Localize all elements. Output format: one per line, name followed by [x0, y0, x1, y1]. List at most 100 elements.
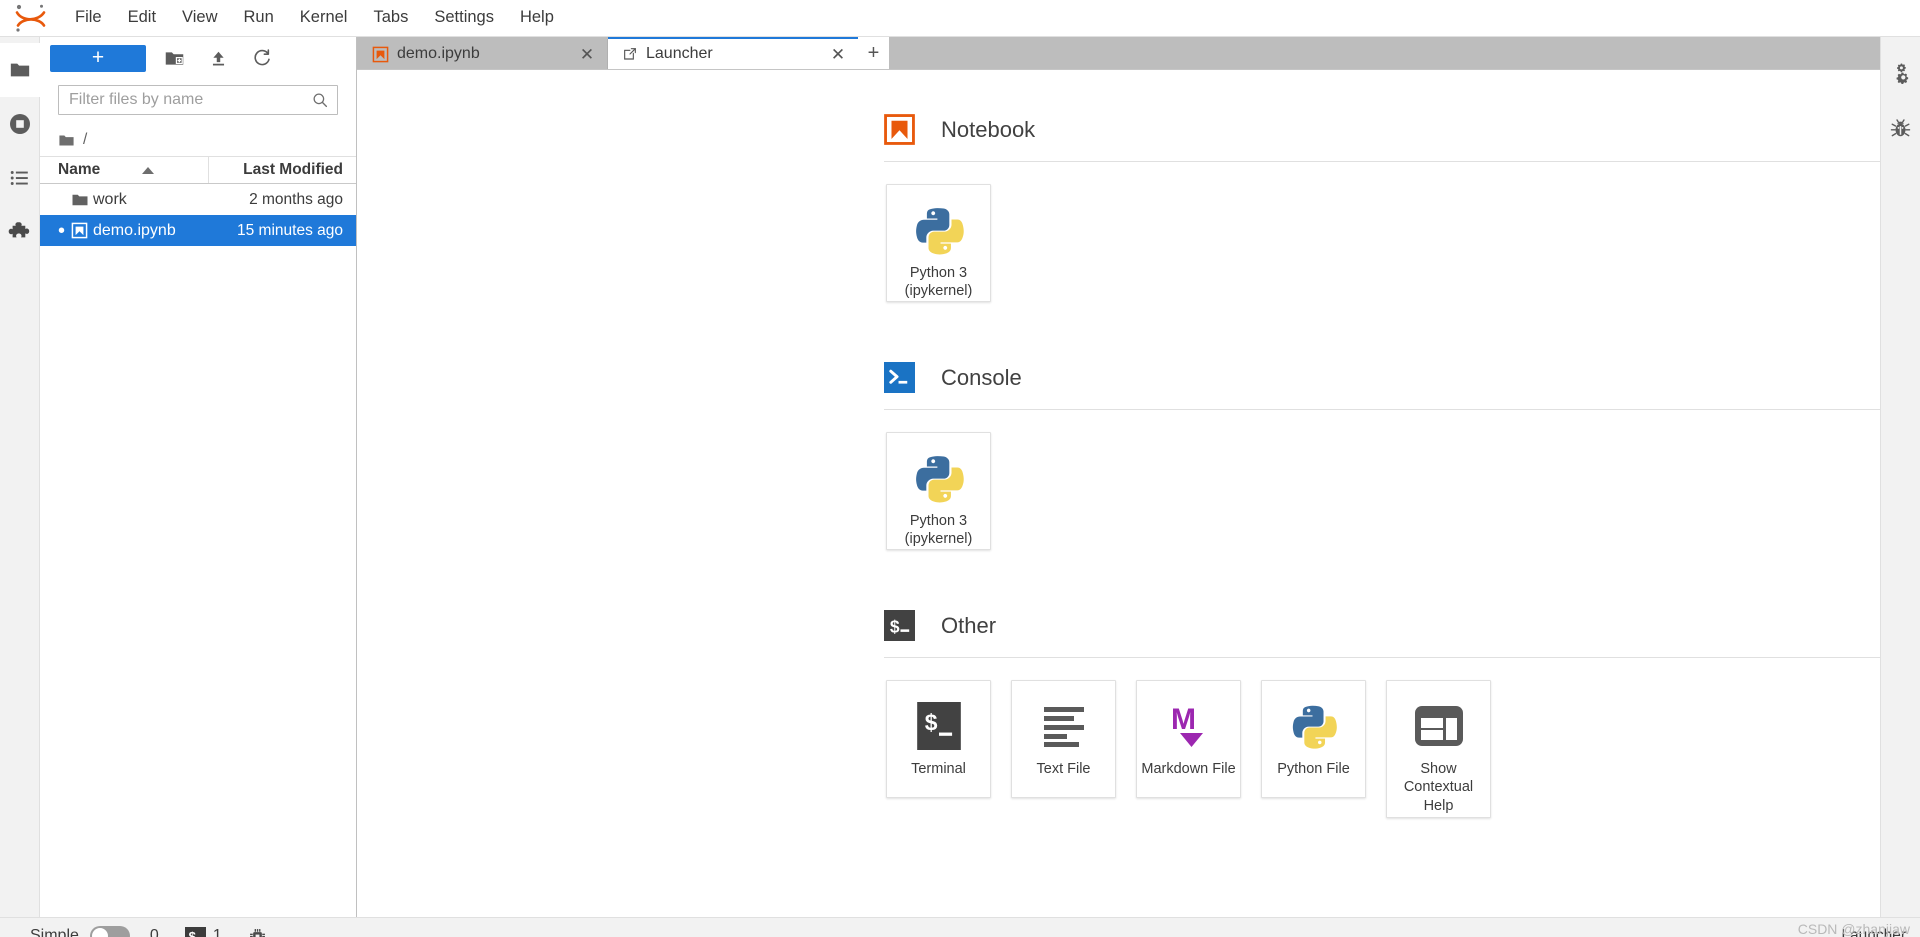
new-folder-button[interactable] — [158, 45, 190, 72]
column-header-name-label: Name — [58, 161, 101, 178]
kernel-sessions-status[interactable]: 0 — [144, 923, 165, 937]
new-folder-icon — [165, 51, 183, 65]
tab-label: demo.ipynb — [397, 45, 480, 62]
markdown-icon: M — [1165, 697, 1213, 755]
menu-run[interactable]: Run — [231, 4, 287, 32]
simple-mode-toggle[interactable]: Simple — [30, 926, 130, 937]
launcher-card-console-python3[interactable]: Python 3 (ipykernel) — [886, 432, 991, 550]
column-header-last-modified[interactable]: Last Modified — [209, 157, 356, 183]
sidebar-item-file-browser[interactable] — [0, 43, 40, 97]
launcher-card-notebook-python3[interactable]: Python 3 (ipykernel) — [886, 184, 991, 302]
card-label: Python 3 (ipykernel) — [904, 265, 973, 300]
text-file-icon — [1040, 697, 1088, 755]
terminal-icon: $ — [915, 697, 963, 755]
divider — [884, 657, 1880, 658]
launcher-panel: Notebook Python 3 (ipykernel) Console Py… — [357, 70, 1880, 917]
upload-icon — [212, 51, 224, 65]
file-browser-toolbar: + — [40, 37, 356, 79]
puzzle-piece-icon — [8, 222, 29, 238]
section-header: $ Other — [884, 610, 1880, 657]
menu-settings[interactable]: Settings — [421, 4, 507, 32]
divider — [884, 409, 1880, 410]
gears-icon — [1896, 63, 1908, 85]
simple-mode-label: Simple — [30, 927, 79, 937]
tab-bar: demo.ipynb ✕ Launcher ✕ + — [357, 37, 1880, 69]
section-header: Notebook — [884, 114, 1880, 161]
main-shell: + Filter files by name / Name Last Modif… — [0, 37, 1920, 917]
refresh-button[interactable] — [246, 45, 278, 72]
upload-button[interactable] — [202, 45, 234, 72]
svg-text:$: $ — [924, 709, 937, 735]
launcher-card-markdown-file[interactable]: M Markdown File — [1136, 680, 1241, 798]
launcher-section-notebook: Notebook Python 3 (ipykernel) — [884, 114, 1880, 302]
tab-label: Launcher — [646, 45, 713, 62]
section-title: Console — [941, 364, 1022, 390]
sidebar-item-property-inspector[interactable] — [1881, 47, 1920, 101]
menu-tabs[interactable]: Tabs — [360, 4, 421, 32]
sidebar-item-running[interactable] — [0, 97, 40, 151]
terminal-icon: $ — [884, 610, 915, 641]
toggle-knob — [91, 928, 108, 937]
search-input[interactable] — [69, 91, 311, 109]
menu-help[interactable]: Help — [507, 4, 567, 32]
add-tab-button[interactable]: + — [858, 37, 889, 69]
file-list-header: Name Last Modified — [40, 156, 356, 184]
card-label: Python File — [1277, 761, 1350, 777]
sidebar-item-extensions[interactable] — [0, 205, 40, 259]
svg-text:M: M — [1171, 703, 1196, 736]
sidebar-item-debugger[interactable] — [1881, 101, 1920, 155]
current-view-label: Launcher — [1841, 927, 1906, 937]
menu-view[interactable]: View — [169, 4, 230, 32]
jupyter-logo-icon — [14, 3, 48, 33]
launcher-card-terminal[interactable]: $ Terminal — [886, 680, 991, 798]
toggle-switch[interactable] — [89, 926, 130, 937]
launcher-card-show-contextual-help[interactable]: Show Contextual Help — [1386, 680, 1491, 818]
file-browser-panel: + Filter files by name / Name Last Modif… — [40, 37, 357, 917]
card-label: Markdown File — [1141, 761, 1236, 777]
right-activity-bar — [1880, 37, 1920, 917]
sidebar-item-command-palette[interactable] — [0, 151, 40, 205]
kernel-count: 0 — [149, 927, 159, 937]
tab-launcher[interactable]: Launcher ✕ — [608, 37, 858, 69]
breadcrumb-root[interactable]: / — [83, 131, 87, 149]
menu-bar: File Edit View Run Kernel Tabs Settings … — [0, 0, 1920, 37]
python-logo-icon — [1290, 697, 1338, 755]
terminal-sessions-status[interactable]: $_ 1 — [179, 923, 228, 937]
kernel-status[interactable] — [242, 923, 273, 937]
section-header: Console — [884, 362, 1880, 409]
notebook-icon — [372, 46, 389, 62]
status-bar: Simple 0 $_ 1 Launcher CSDN @zhanjiaw — [0, 917, 1920, 937]
python-logo-icon — [913, 449, 965, 507]
card-row: Python 3 (ipykernel) — [884, 184, 1880, 302]
filter-files-field[interactable] — [58, 85, 338, 115]
tab-demo-ipynb[interactable]: demo.ipynb ✕ — [358, 39, 608, 69]
list-icon — [10, 171, 28, 185]
new-launcher-button[interactable]: + — [50, 44, 146, 72]
folder-icon[interactable] — [58, 132, 75, 149]
svg-text:$: $ — [890, 616, 900, 636]
close-icon[interactable]: ✕ — [828, 44, 848, 64]
launcher-card-python-file[interactable]: Python File — [1261, 680, 1366, 798]
menu-kernel[interactable]: Kernel — [287, 4, 361, 32]
card-label: Text File — [1036, 761, 1091, 777]
divider — [884, 161, 1880, 162]
file-list: work 2 months ago • demo.ipynb 15 minute… — [40, 184, 356, 917]
section-title: Notebook — [941, 116, 1036, 142]
close-icon[interactable]: ✕ — [577, 44, 597, 64]
dock-content: Notebook Python 3 (ipykernel) Console Py… — [357, 69, 1880, 917]
status-left-group: Simple 0 $_ 1 — [30, 923, 273, 937]
launcher-card-text-file[interactable]: Text File — [1011, 680, 1116, 798]
card-row: $ Terminal Text File M Markdown File Pyt… — [884, 680, 1880, 818]
left-activity-bar — [0, 37, 40, 917]
file-last-modified: 2 months ago — [249, 190, 343, 208]
column-header-name[interactable]: Name — [40, 157, 209, 183]
status-right-group: Launcher — [1841, 927, 1906, 937]
list-item[interactable]: • demo.ipynb 15 minutes ago — [40, 215, 356, 246]
list-item[interactable]: work 2 months ago — [40, 184, 356, 215]
terminal-count: 1 — [212, 927, 222, 937]
file-name: work — [93, 190, 127, 208]
contextual-help-icon — [1413, 697, 1465, 755]
menu-file[interactable]: File — [62, 4, 115, 32]
filter-wrapper — [40, 79, 356, 124]
menu-edit[interactable]: Edit — [115, 4, 169, 32]
